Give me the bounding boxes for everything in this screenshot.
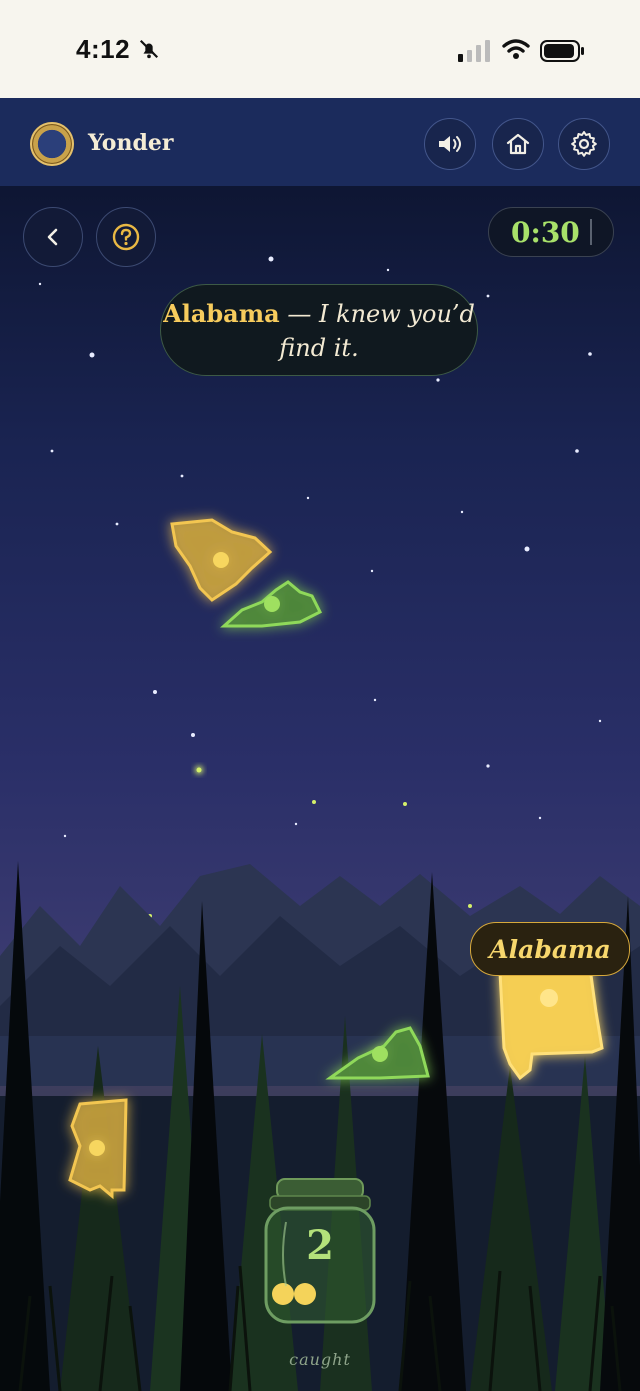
state-mississippi[interactable] [68,1098,128,1200]
app-header: Yonder [0,98,640,187]
gear-icon [571,131,597,157]
compass-logo-icon [30,122,74,166]
status-bar: 4:12 [0,0,640,98]
back-button[interactable] [23,207,83,267]
state-south-carolina[interactable] [170,518,273,602]
jar-caption: caught [289,1350,351,1369]
bell-slash-icon [139,39,159,59]
timer-value: 0:30 [511,215,580,249]
sound-button[interactable] [424,118,476,170]
home-icon [506,133,530,155]
message-text: — I knew you’d find it. [279,300,475,362]
timer: 0:30 [488,207,614,257]
chevron-left-icon [47,228,58,246]
app-title: Yonder [88,130,174,156]
found-state-label: Alabama [470,922,630,976]
message-state: Alabama [163,299,280,328]
help-button[interactable] [96,207,156,267]
settings-button[interactable] [558,118,610,170]
timer-divider [589,219,592,245]
message-bubble: Alabama — I knew you’d find it. [160,284,478,376]
status-time: 4:12 [76,34,131,64]
speaker-icon [439,136,461,152]
home-button[interactable] [492,118,544,170]
jar-count: 2 [306,1222,334,1269]
signal-icon [458,40,490,62]
game-scene[interactable]: 0:30 Alabama — I knew you’d find it. Ala… [0,186,640,1391]
wifi-icon [502,39,530,59]
state-kentucky[interactable] [220,580,323,628]
help-icon [112,223,140,251]
battery-icon [540,40,584,62]
